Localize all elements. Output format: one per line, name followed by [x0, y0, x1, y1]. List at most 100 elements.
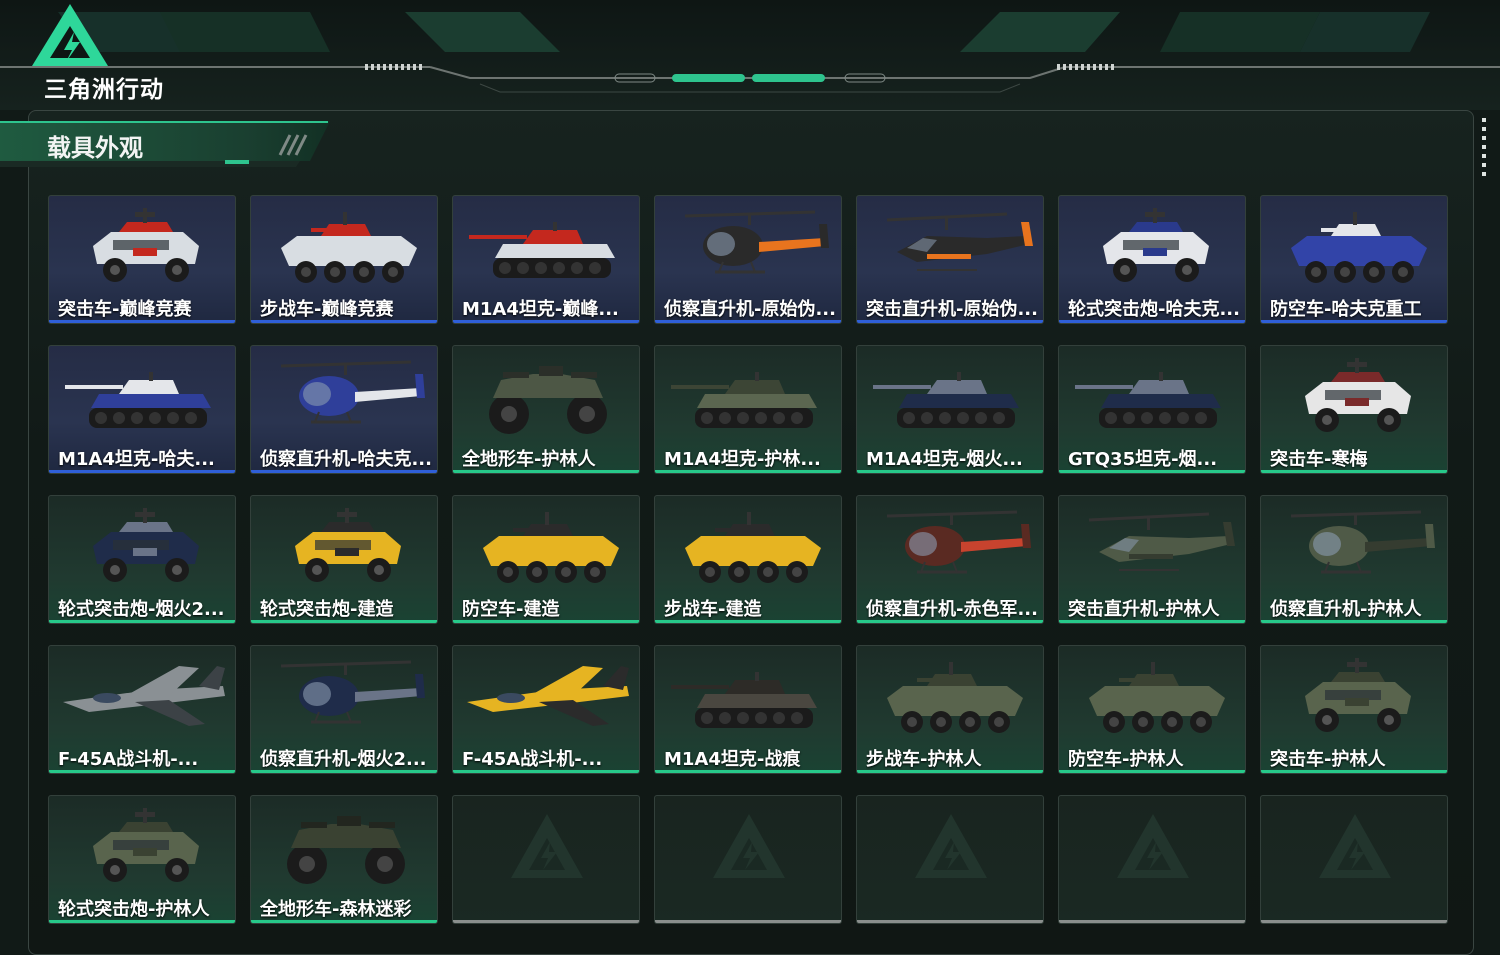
skin-label: 突击直升机-护林人	[1068, 599, 1220, 620]
skin-label: 轮式突击炮-护林人	[58, 899, 210, 920]
skin-card[interactable]: F-45A战斗机-...	[48, 645, 236, 774]
atv-vehicle-icon	[489, 366, 607, 434]
empty-skin-slot	[1058, 795, 1246, 924]
skin-label: 突击车-护林人	[1270, 749, 1386, 770]
skin-card[interactable]: 步战车-建造	[654, 495, 842, 624]
scout-heli-vehicle-icon	[280, 360, 425, 424]
skin-card[interactable]: M1A4坦克-护林...	[654, 345, 842, 474]
rarity-bar	[251, 920, 437, 923]
tank-vehicle-icon	[873, 372, 1019, 428]
scout-heli-vehicle-icon	[886, 510, 1031, 574]
empty-skin-slot	[1260, 795, 1448, 924]
assault-car-vehicle-icon	[93, 508, 199, 582]
rarity-bar	[453, 470, 639, 473]
assault-car-vehicle-icon	[1103, 208, 1209, 282]
skin-label: 轮式突击炮-建造	[260, 599, 394, 620]
skin-label: 全地形车-护林人	[462, 449, 596, 470]
skin-card[interactable]: 侦察直升机-原始伪...	[654, 195, 842, 324]
skin-label: 步战车-巅峰竞赛	[260, 299, 394, 320]
scout-heli-vehicle-icon	[280, 660, 425, 724]
ifv-vehicle-icon	[1291, 212, 1427, 283]
panel-scroll-indicator	[1482, 118, 1486, 180]
rarity-bar	[1261, 770, 1447, 773]
skin-card[interactable]: 突击车-护林人	[1260, 645, 1448, 774]
empty-skin-slot	[654, 795, 842, 924]
delta-triangle-placeholder-icon	[1319, 814, 1391, 878]
game-logo-title: 三角洲行动	[44, 77, 164, 103]
rarity-bar	[453, 770, 639, 773]
skin-label: 突击直升机-原始伪...	[866, 299, 1038, 320]
ifv-vehicle-icon	[483, 512, 619, 583]
skin-card[interactable]: 侦察直升机-赤色军...	[856, 495, 1044, 624]
rarity-bar	[1261, 620, 1447, 623]
rarity-bar	[857, 770, 1043, 773]
skin-card[interactable]: M1A4坦克-烟火...	[856, 345, 1044, 474]
delta-triangle-placeholder-icon	[1117, 814, 1189, 878]
skin-label: M1A4坦克-烟火...	[866, 449, 1023, 470]
skin-label: 防空车-哈夫克重工	[1270, 299, 1422, 320]
skin-card[interactable]: 突击直升机-护林人	[1058, 495, 1246, 624]
skin-card[interactable]: M1A4坦克-巅峰...	[452, 195, 640, 324]
rarity-bar	[857, 470, 1043, 473]
rarity-bar	[251, 470, 437, 473]
rarity-bar	[49, 470, 235, 473]
skin-label: 全地形车-森林迷彩	[260, 899, 412, 920]
ifv-vehicle-icon	[685, 512, 821, 583]
skin-card[interactable]: 突击车-巅峰竞赛	[48, 195, 236, 324]
rarity-bar	[1261, 320, 1447, 323]
skin-card[interactable]: 侦察直升机-护林人	[1260, 495, 1448, 624]
rarity-bar	[49, 620, 235, 623]
skin-card[interactable]: 侦察直升机-烟火2...	[250, 645, 438, 774]
skin-label: M1A4坦克-战痕	[664, 749, 801, 770]
skin-card[interactable]: 防空车-哈夫克重工	[1260, 195, 1448, 324]
skin-label: 突击车-寒梅	[1270, 449, 1368, 470]
atv-vehicle-icon	[287, 816, 405, 884]
skin-card[interactable]: 步战车-护林人	[856, 645, 1044, 774]
skin-label: GTQ35坦克-烟...	[1068, 449, 1218, 470]
skin-label: 突击车-巅峰竞赛	[58, 299, 192, 320]
rarity-bar	[49, 770, 235, 773]
skin-card[interactable]: 全地形车-森林迷彩	[250, 795, 438, 924]
skin-label: 侦察直升机-赤色军...	[866, 599, 1038, 620]
rarity-bar	[1261, 470, 1447, 473]
attack-heli-vehicle-icon	[1088, 512, 1235, 571]
skin-card[interactable]: M1A4坦克-哈夫...	[48, 345, 236, 474]
assault-car-vehicle-icon	[93, 808, 199, 882]
skin-card[interactable]: M1A4坦克-战痕	[654, 645, 842, 774]
skin-card[interactable]: 防空车-建造	[452, 495, 640, 624]
skin-card[interactable]: 侦察直升机-哈夫克...	[250, 345, 438, 474]
rarity-bar	[251, 320, 437, 323]
skin-card[interactable]: 轮式突击炮-哈夫克...	[1058, 195, 1246, 324]
skin-label: 步战车-护林人	[866, 749, 982, 770]
skin-card[interactable]: 轮式突击炮-烟火2...	[48, 495, 236, 624]
skin-label: M1A4坦克-巅峰...	[462, 299, 619, 320]
attack-heli-vehicle-icon	[886, 212, 1033, 271]
skin-card[interactable]: 全地形车-护林人	[452, 345, 640, 474]
skin-card[interactable]: 轮式突击炮-建造	[250, 495, 438, 624]
rarity-bar	[857, 320, 1043, 323]
skin-label: M1A4坦克-哈夫...	[58, 449, 215, 470]
skin-card[interactable]: 突击车-寒梅	[1260, 345, 1448, 474]
skin-card[interactable]: 防空车-护林人	[1058, 645, 1246, 774]
skin-card[interactable]: F-45A战斗机-...	[452, 645, 640, 774]
rarity-bar	[655, 320, 841, 323]
skin-label: F-45A战斗机-...	[462, 749, 603, 770]
delta-triangle-placeholder-icon	[713, 814, 785, 878]
scout-heli-vehicle-icon	[1290, 510, 1435, 574]
skin-card[interactable]: 轮式突击炮-护林人	[48, 795, 236, 924]
assault-car-vehicle-icon	[1305, 358, 1411, 432]
skin-card[interactable]: GTQ35坦克-烟...	[1058, 345, 1246, 474]
skin-label: 防空车-护林人	[1068, 749, 1184, 770]
skin-card[interactable]: 突击直升机-原始伪...	[856, 195, 1044, 324]
skin-card[interactable]: 步战车-巅峰竞赛	[250, 195, 438, 324]
skin-label: 步战车-建造	[664, 599, 762, 620]
rarity-bar	[655, 620, 841, 623]
ifv-vehicle-icon	[887, 662, 1023, 733]
jet-vehicle-icon	[63, 666, 225, 726]
assault-car-vehicle-icon	[93, 208, 199, 282]
ifv-vehicle-icon	[281, 212, 417, 283]
empty-skin-slot	[856, 795, 1044, 924]
delta-triangle-placeholder-icon	[915, 814, 987, 878]
section-title: 载具外观	[47, 134, 143, 162]
delta-triangle-placeholder-icon	[511, 814, 583, 878]
